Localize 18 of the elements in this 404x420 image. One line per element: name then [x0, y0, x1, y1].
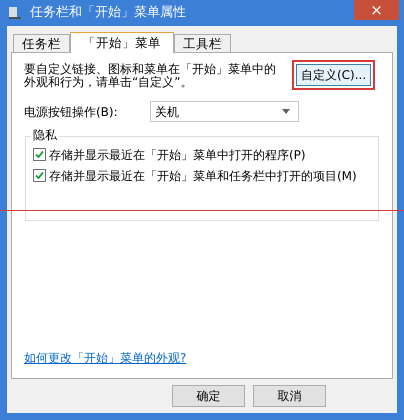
tab[interactable]: 任务栏 — [13, 34, 70, 52]
tab[interactable]: 「开始」菜单 — [70, 32, 174, 53]
checkbox-label: 存储并显示最近在「开始」菜单和任务栏中打开的项目(M) — [49, 168, 357, 184]
checkbox[interactable] — [33, 148, 46, 161]
checkbox-label: 存储并显示最近在「开始」菜单中打开的程序(P) — [49, 146, 306, 164]
help-link[interactable]: 如何更改「开始」菜单的外观? — [24, 349, 186, 367]
dialog-button[interactable]: 确定 — [172, 385, 245, 407]
dialog-button[interactable]: 取消 — [253, 385, 326, 407]
computer-icon — [8, 6, 22, 20]
instruction-text: 要自定义链接、图标和菜单在「开始」菜单中的外观和行为，请单击“自定义”。 — [24, 63, 277, 89]
power-label: 电源按钮操作(B): — [24, 104, 119, 120]
close-button[interactable]: × — [354, 0, 399, 20]
group-title: 隐私 — [31, 129, 59, 141]
tab[interactable]: 工具栏 — [174, 34, 231, 52]
checkbox[interactable] — [33, 169, 46, 182]
window-title: 任务栏和「开始」菜单属性 — [30, 4, 186, 22]
chevron-down-icon — [282, 109, 290, 114]
power-dropdown[interactable]: 关机 — [150, 101, 299, 122]
